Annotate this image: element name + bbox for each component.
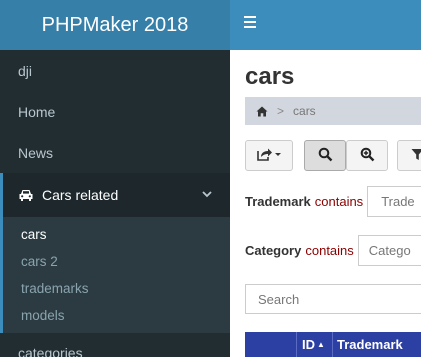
- table-header-options: [245, 332, 297, 357]
- filter-icon: [411, 148, 421, 164]
- table-header-trademark[interactable]: Trademark: [333, 332, 421, 357]
- filter-operator: contains: [314, 194, 364, 209]
- submenu-item-cars[interactable]: cars: [3, 221, 230, 248]
- chevron-down-icon[interactable]: [200, 189, 214, 201]
- table-header-id[interactable]: ID ▲: [297, 332, 333, 357]
- breadcrumb-current: cars: [293, 104, 316, 118]
- sidebar-menu: dji Home News Cars related: [0, 50, 230, 217]
- search-input[interactable]: Search: [245, 284, 421, 314]
- search-icon: [318, 147, 333, 165]
- sidebar-item-label: Cars related: [42, 187, 119, 203]
- sidebar-item-label: Home: [18, 103, 56, 120]
- advanced-search-button[interactable]: [346, 140, 388, 171]
- sidebar-item-news[interactable]: News: [0, 132, 230, 173]
- filter-button[interactable]: [397, 140, 421, 171]
- sidebar-item-categories[interactable]: categories: [0, 333, 230, 357]
- sidebar-item-label: dji: [18, 62, 33, 79]
- breadcrumb-separator: >: [277, 104, 285, 118]
- car-icon: [18, 188, 34, 202]
- share-icon: [257, 147, 281, 164]
- hamburger-icon[interactable]: [244, 16, 256, 30]
- submenu-item-trademarks[interactable]: trademarks: [3, 275, 230, 302]
- sidebar-submenu: cars cars 2 trademarks models: [0, 217, 230, 333]
- filter-row-category: Category contains Catego: [245, 235, 421, 266]
- column-label: ID: [302, 337, 315, 352]
- trademark-filter-input[interactable]: Trade: [367, 186, 421, 217]
- page-title: cars: [245, 63, 295, 90]
- top-navbar: [230, 0, 421, 50]
- submenu-item-models[interactable]: models: [3, 302, 230, 329]
- sidebar-item-label: News: [18, 144, 54, 161]
- filter-operator: contains: [305, 243, 354, 258]
- sidebar: PHPMaker 2018 dji Home News Cars related: [0, 0, 230, 357]
- search-plus-icon: [360, 147, 375, 165]
- category-filter-input[interactable]: Catego: [357, 235, 421, 266]
- export-button[interactable]: [245, 140, 293, 171]
- filter-row-trademark: Trademark contains Trade: [245, 186, 421, 217]
- submenu-item-cars-2[interactable]: cars 2: [3, 248, 230, 275]
- filter-label: Category: [245, 243, 302, 258]
- main-content: cars > cars Trademark contains Trade Cat…: [230, 50, 421, 357]
- sidebar-item-label: categories: [18, 345, 83, 357]
- sort-ascending-icon: ▲: [317, 340, 325, 349]
- sidebar-item-home[interactable]: Home: [0, 91, 230, 132]
- breadcrumb: > cars: [245, 97, 421, 125]
- brand-logo[interactable]: PHPMaker 2018: [0, 0, 230, 50]
- sidebar-item-cars-related[interactable]: Cars related: [0, 173, 230, 217]
- filter-label: Trademark: [245, 194, 311, 209]
- table-header: ID ▲ Trademark: [245, 332, 421, 357]
- home-icon[interactable]: [256, 106, 268, 117]
- sidebar-item-dji[interactable]: dji: [0, 50, 230, 91]
- search-toggle-button[interactable]: [304, 140, 346, 171]
